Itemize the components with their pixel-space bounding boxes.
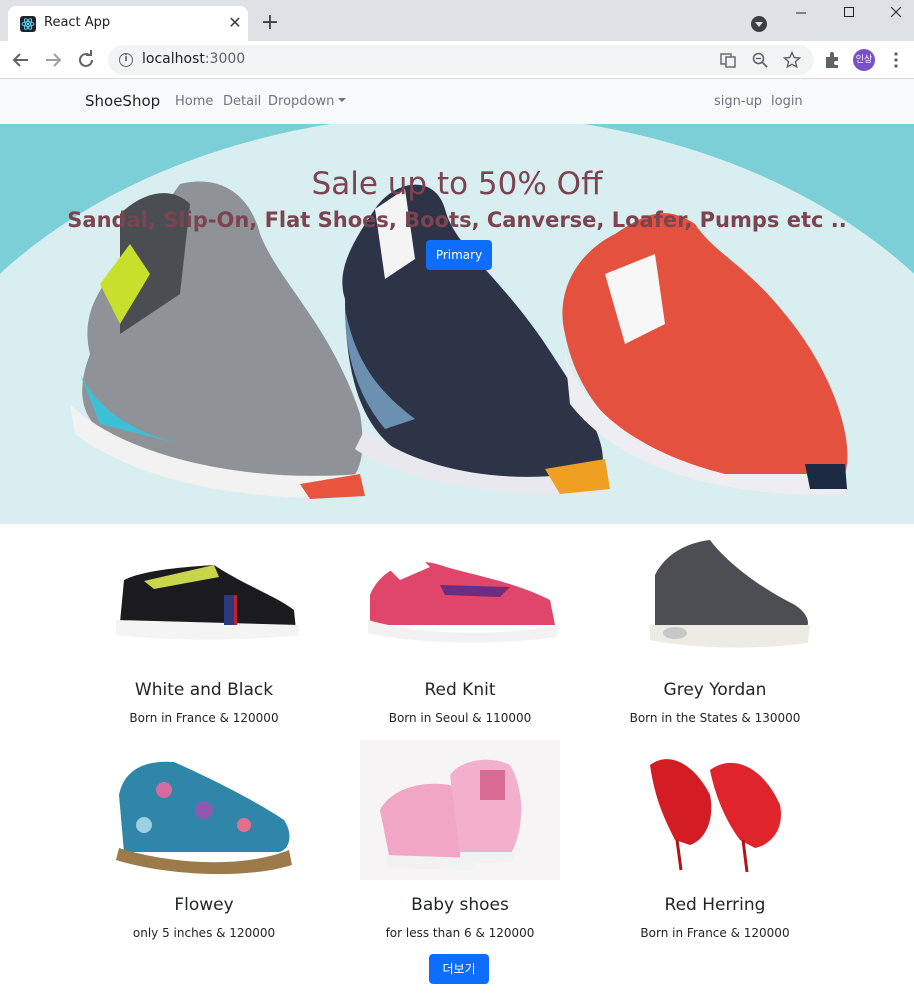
maximize-icon[interactable] <box>826 0 872 30</box>
star-icon[interactable] <box>782 50 802 69</box>
caret-down-icon <box>338 98 347 102</box>
tab-title: React App <box>44 15 111 30</box>
product-name: Red Herring <box>664 895 766 915</box>
product-image-grey-yordan <box>650 540 810 648</box>
nav-dropdown[interactable]: Dropdown <box>268 94 347 109</box>
reload-icon[interactable] <box>73 47 99 73</box>
product-card[interactable]: Flowey only 5 inches & 120000 <box>74 740 334 950</box>
product-image-flowey <box>116 761 292 875</box>
product-image-white-and-black <box>116 565 299 640</box>
product-name: Flowey <box>174 895 234 915</box>
product-desc: Born in Seoul & 110000 <box>388 711 532 725</box>
forward-icon[interactable] <box>40 47 66 73</box>
product-name: Grey Yordan <box>663 680 767 700</box>
product-desc: Born in the States & 130000 <box>629 711 801 725</box>
product-image-red-knit <box>368 557 557 643</box>
product-desc: for less than 6 & 120000 <box>385 926 535 940</box>
brand-logo[interactable]: ShoeShop <box>85 92 160 110</box>
product-desc: Born in France & 120000 <box>640 926 790 940</box>
hero-banner: Sale up to 50% Off Sandal, Slip-On, Flat… <box>0 124 914 524</box>
browser-tab[interactable]: React App ✕ <box>8 6 248 41</box>
coral-running-shoe-image <box>562 213 848 495</box>
zoom-icon[interactable] <box>751 51 769 69</box>
site-navbar: ShoeShop Home Detail Dropdown sign-up lo… <box>0 79 914 124</box>
new-tab-button[interactable]: + <box>258 12 282 36</box>
react-favicon-icon <box>20 16 36 32</box>
nav-detail[interactable]: Detail <box>223 94 261 109</box>
address-bar[interactable]: i localhost:3000 <box>108 45 814 75</box>
load-more-button[interactable]: 더보기 <box>429 954 489 984</box>
product-desc: only 5 inches & 120000 <box>132 926 276 940</box>
hero-primary-button[interactable]: Primary <box>426 240 492 270</box>
info-icon[interactable]: i <box>119 53 133 67</box>
back-icon[interactable] <box>8 47 34 73</box>
product-image-baby-shoes <box>360 740 560 880</box>
product-card[interactable]: Grey Yordan Born in the States & 130000 <box>585 525 845 735</box>
product-image-red-herring <box>650 759 781 873</box>
product-card[interactable]: Red Herring Born in France & 120000 <box>585 740 845 950</box>
close-icon[interactable] <box>872 0 914 30</box>
browser-toolbar: i localhost:3000 인상 <box>0 41 914 79</box>
product-card[interactable]: Red Knit Born in Seoul & 110000 <box>330 525 590 735</box>
hero-subtitle: Sandal, Slip-On, Flat Shoes, Boots, Canv… <box>67 208 847 232</box>
tab-search-icon[interactable] <box>751 16 767 32</box>
extensions-icon[interactable] <box>822 50 842 70</box>
profile-avatar[interactable]: 인상 <box>853 49 875 71</box>
translate-icon[interactable] <box>719 51 737 69</box>
product-name: Baby shoes <box>411 895 509 915</box>
product-desc: Born in France & 120000 <box>129 711 279 725</box>
nav-sign-up[interactable]: sign-up <box>714 94 762 109</box>
url-text[interactable]: localhost:3000 <box>142 51 245 67</box>
product-name: Red Knit <box>424 680 496 700</box>
product-name: White and Black <box>134 680 274 700</box>
product-card[interactable]: Baby shoes for less than 6 & 120000 <box>330 740 590 950</box>
menu-icon[interactable] <box>889 50 903 70</box>
nav-login[interactable]: login <box>771 94 803 109</box>
nav-home[interactable]: Home <box>175 94 213 109</box>
tab-close-icon[interactable]: ✕ <box>225 13 245 33</box>
minimize-icon[interactable] <box>778 0 824 30</box>
hero-title: Sale up to 50% Off <box>311 166 603 202</box>
product-card[interactable]: White and Black Born in France & 120000 <box>74 525 334 735</box>
browser-tab-strip: React App ✕ + <box>0 0 914 41</box>
